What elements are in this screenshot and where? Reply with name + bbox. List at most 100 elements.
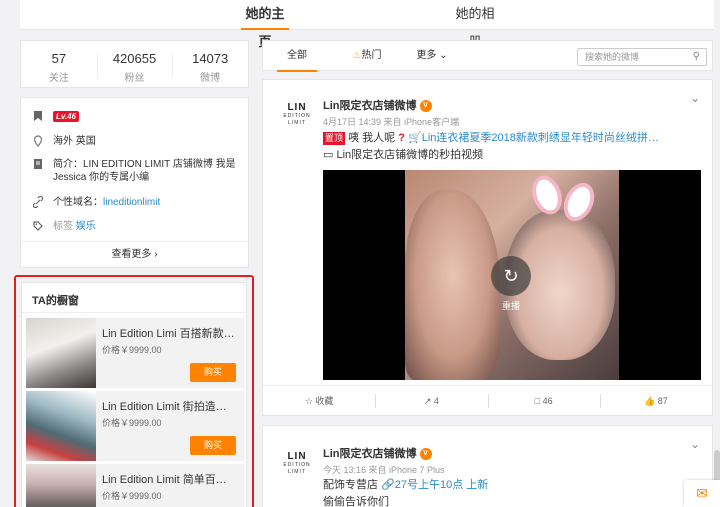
buy-button[interactable]: 购买 xyxy=(190,363,236,382)
domain-link[interactable]: lineditionlimit xyxy=(103,197,160,208)
product-thumbnail[interactable] xyxy=(26,318,96,388)
feed-filter-bar: 全部 ♨热门 更多 ⌄ 搜索她的微博 ⚲ xyxy=(262,40,713,72)
mail-icon[interactable]: ✉ xyxy=(684,480,720,507)
post-text-line-1: 置顶 咦 我人呢 ? 🛒Lin连衣裙夏季2018新款刺绣显年轻时尚丝绒拼… xyxy=(323,130,659,146)
level-row: Lv.46 xyxy=(33,110,239,123)
logo-sub-text: EDITION LIMIT xyxy=(283,113,311,126)
stat-followers-label: 粉丝 xyxy=(124,73,145,84)
feed-tab-hot[interactable]: ♨热门 xyxy=(347,41,387,72)
weibo-post: LIN EDITION LIMIT Lin限定衣店铺微博 V 4月17日 14:3… xyxy=(262,79,713,416)
product-price: 价格￥9999.00 xyxy=(102,345,162,355)
feed-tab-hot-label: 热门 xyxy=(361,50,382,61)
stat-weibo[interactable]: 14073 微博 xyxy=(172,41,248,87)
video-link-text: Lin限定衣店铺微博的秒拍视频 xyxy=(336,149,484,161)
favorite-button[interactable]: ☆ 收藏 xyxy=(263,386,375,415)
tag-entertainment[interactable]: 娱乐 xyxy=(76,221,96,232)
view-more-link[interactable]: 查看更多 › xyxy=(21,241,248,267)
post-body-text: 配饰专营店 xyxy=(323,479,378,491)
post-text-line-1: 配饰专营店 🔗27号上午10点 上新 xyxy=(323,477,488,493)
post-options-chevron-icon[interactable]: ⌄ xyxy=(690,437,700,451)
post-author-name: Lin限定衣店铺微博 xyxy=(323,448,417,460)
repost-icon: ↗ xyxy=(423,396,432,406)
replay-label[interactable]: 重播 xyxy=(491,299,531,312)
tab-her-home[interactable]: 她的主页 xyxy=(241,0,289,49)
search-icon[interactable]: ⚲ xyxy=(693,49,700,65)
search-input[interactable]: 搜索她的微博 ⚲ xyxy=(577,48,707,66)
product-link-text: Lin连衣裙夏季2018新款刺绣显年轻时尚丝绒拼… xyxy=(421,132,659,144)
tags-label: 标签 xyxy=(53,221,73,232)
post-meta: 4月17日 14:39 来自 iPhone客户端 xyxy=(323,117,460,127)
domain-label: 个性域名： xyxy=(53,197,103,208)
favorite-label: 收藏 xyxy=(315,396,334,406)
post-actions: ☆ 收藏 ↗ 4 □ 46 👍 87 xyxy=(263,385,712,415)
product-price: 价格￥9999.00 xyxy=(102,418,162,428)
buy-button[interactable]: 购买 xyxy=(190,436,236,455)
stat-weibo-count: 14073 xyxy=(192,51,229,66)
author-avatar-logo[interactable]: LIN EDITION LIMIT xyxy=(278,452,316,476)
repost-count: 4 xyxy=(433,396,439,406)
post-meta: 今天 13:16 来自 iPhone 7 Plus xyxy=(323,465,445,475)
domain-row: 个性域名：lineditionlimit xyxy=(32,195,239,209)
intro-line-2: Jessica 你的专属小编 xyxy=(53,172,150,183)
comment-count: 46 xyxy=(542,396,553,406)
replay-icon[interactable]: ↻ xyxy=(491,256,531,296)
star-icon: ☆ xyxy=(304,396,313,406)
like-icon: 👍 xyxy=(644,396,656,406)
video-icon: ▭ xyxy=(323,149,334,161)
shop-window-card: TA的橱窗 Lin Edition Limi 百搭新款… 价格￥9999.00 … xyxy=(21,282,247,507)
post-options-chevron-icon[interactable]: ⌄ xyxy=(690,91,700,105)
intro-icon xyxy=(33,158,43,170)
level-badge[interactable]: Lv.46 xyxy=(53,111,80,122)
post-topic-link-text: 27号上午10点 上新 xyxy=(394,479,489,491)
stat-following-count: 57 xyxy=(51,51,67,66)
vip-badge-icon: V xyxy=(419,100,432,113)
intro-label: 简介： xyxy=(53,159,83,170)
question-mark-icon: ? xyxy=(398,132,405,144)
location-row: 海外 英国 xyxy=(33,135,239,148)
comment-icon: □ xyxy=(534,396,541,406)
shop-product-1[interactable]: Lin Edition Limi 百搭新款… 价格￥9999.00 购买 xyxy=(26,318,244,388)
tags-row: 标签 娱乐 xyxy=(33,220,239,233)
profile-top-nav: 她的主页 她的相册 xyxy=(20,0,714,49)
repost-button[interactable]: ↗ 4 xyxy=(375,386,487,415)
stat-followers[interactable]: 420655 粉丝 xyxy=(96,41,173,87)
stat-following-label: 关注 xyxy=(48,73,69,84)
profile-stats: 57 关注 420655 粉丝 14073 微博 xyxy=(20,40,249,88)
product-thumbnail[interactable] xyxy=(26,391,96,461)
post-body-text: 咦 我人呢 xyxy=(348,132,396,144)
profile-info-card: Lv.46 海外 英国 简介：LIN EDITION LIMIT 店铺微博 我是… xyxy=(20,97,249,268)
stat-following[interactable]: 57 关注 xyxy=(21,41,97,87)
shop-product-2[interactable]: Lin Edition Limit 街拍造… 价格￥9999.00 购买 xyxy=(26,391,244,461)
post-topic-link[interactable]: 🔗27号上午10点 上新 xyxy=(381,479,488,491)
location-icon xyxy=(33,135,43,147)
stat-followers-count: 420655 xyxy=(112,51,157,66)
feed-tab-all[interactable]: 全部 xyxy=(277,41,317,72)
post-author-name: Lin限定衣店铺微博 xyxy=(323,100,417,112)
product-thumbnail[interactable] xyxy=(26,464,96,507)
video-player[interactable]: ↻ 重播 xyxy=(323,170,701,380)
like-button[interactable]: 👍 87 xyxy=(599,386,712,415)
product-name[interactable]: Lin Edition Limit 街拍造… xyxy=(102,398,240,414)
feed-tab-more[interactable]: 更多 ⌄ xyxy=(413,41,451,72)
post-author[interactable]: Lin限定衣店铺微博 V xyxy=(323,445,432,461)
search-placeholder: 搜索她的微博 xyxy=(585,52,640,62)
tab-her-album[interactable]: 她的相册 xyxy=(451,0,499,49)
shop-product-3[interactable]: Lin Edition Limit 简单百… 价格￥9999.00 xyxy=(26,464,244,507)
author-avatar-logo[interactable]: LIN EDITION LIMIT xyxy=(278,103,316,127)
product-name[interactable]: Lin Edition Limit 简单百… xyxy=(102,471,240,487)
post-text-line-2: 偷偷告诉你们 xyxy=(323,496,389,507)
comment-button[interactable]: □ 46 xyxy=(487,386,600,415)
chevron-down-icon: ⌄ xyxy=(439,50,448,61)
video-link[interactable]: ▭ Lin限定衣店铺微博的秒拍视频 xyxy=(323,147,483,163)
location-text: 海外 英国 xyxy=(53,136,96,147)
product-link[interactable]: 🛒Lin连衣裙夏季2018新款刺绣显年轻时尚丝绒拼… xyxy=(408,132,659,144)
product-name[interactable]: Lin Edition Limi 百搭新款… xyxy=(102,325,240,341)
video-face-left xyxy=(405,190,500,380)
vip-badge-icon: V xyxy=(419,448,432,461)
feed-tab-more-label: 更多 xyxy=(416,50,437,61)
shop-window-title: TA的橱窗 xyxy=(22,283,246,313)
domain-icon xyxy=(32,195,44,209)
logo-main-text: LIN xyxy=(287,102,307,113)
post-author[interactable]: Lin限定衣店铺微博 V xyxy=(323,97,432,113)
intro-line-1: LIN EDITION LIMIT 店铺微博 我是 xyxy=(83,159,236,170)
